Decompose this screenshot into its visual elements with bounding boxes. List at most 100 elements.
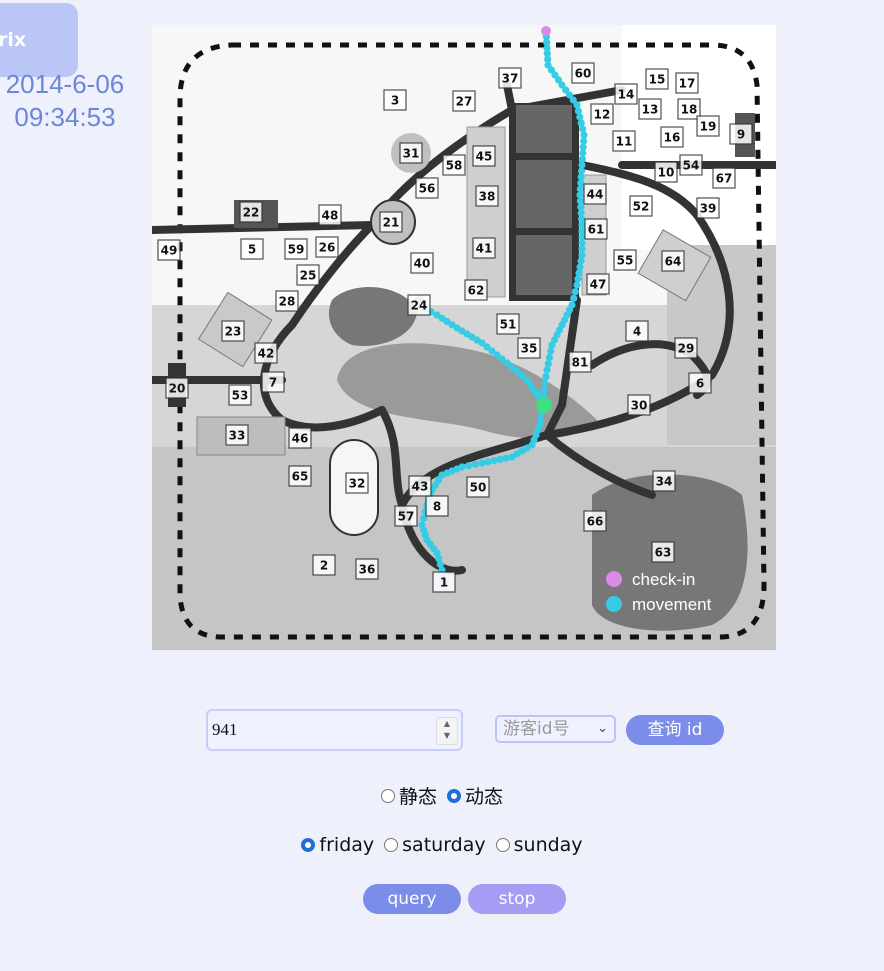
location-34[interactable]: 34 bbox=[652, 470, 676, 492]
location-12[interactable]: 12 bbox=[590, 103, 614, 125]
location-37[interactable]: 37 bbox=[498, 67, 522, 89]
location-41[interactable]: 41 bbox=[472, 237, 496, 259]
location-67[interactable]: 67 bbox=[712, 167, 736, 189]
park-map[interactable]: 1 2 3 4 5 6 7 8 9 10 11 12 13 14 15 16 17 18 19 20 21 22 23 24 2… bbox=[152, 25, 776, 650]
radio-saturday-dot[interactable] bbox=[384, 838, 399, 852]
location-36[interactable]: 36 bbox=[355, 558, 379, 580]
location-7[interactable]: 7 bbox=[261, 371, 285, 393]
location-16[interactable]: 16 bbox=[660, 126, 684, 148]
location-4[interactable]: 4 bbox=[625, 320, 649, 342]
location-20[interactable]: 20 bbox=[165, 377, 189, 399]
location-66[interactable]: 66 bbox=[583, 510, 607, 532]
checkin-point bbox=[541, 26, 551, 36]
location-11[interactable]: 11 bbox=[612, 130, 636, 152]
location-19[interactable]: 19 bbox=[696, 115, 720, 137]
location-32[interactable]: 32 bbox=[345, 472, 369, 494]
location-1-label: 1 bbox=[440, 576, 448, 590]
location-23[interactable]: 23 bbox=[221, 320, 245, 342]
location-40[interactable]: 40 bbox=[410, 252, 434, 274]
radio-friday-dot[interactable] bbox=[301, 838, 316, 852]
id-stepper[interactable]: ▲ ▼ bbox=[436, 717, 458, 745]
location-50[interactable]: 50 bbox=[466, 476, 490, 498]
location-47[interactable]: 47 bbox=[586, 273, 610, 295]
location-21[interactable]: 21 bbox=[379, 211, 403, 233]
location-44-label: 44 bbox=[587, 188, 604, 202]
location-44[interactable]: 44 bbox=[583, 183, 607, 205]
movement-point bbox=[496, 455, 504, 463]
location-62[interactable]: 62 bbox=[464, 279, 488, 301]
location-9-label: 9 bbox=[737, 128, 745, 142]
radio-sunday[interactable]: sunday bbox=[495, 834, 583, 856]
location-59[interactable]: 59 bbox=[284, 238, 308, 260]
location-60[interactable]: 60 bbox=[571, 62, 595, 84]
location-61-label: 61 bbox=[588, 223, 605, 237]
location-26[interactable]: 26 bbox=[315, 236, 339, 258]
location-54[interactable]: 54 bbox=[679, 154, 703, 176]
location-14[interactable]: 14 bbox=[614, 83, 638, 105]
location-9[interactable]: 9 bbox=[729, 123, 753, 145]
location-30[interactable]: 30 bbox=[627, 394, 651, 416]
location-25-label: 25 bbox=[300, 269, 317, 283]
location-49[interactable]: 49 bbox=[157, 239, 181, 261]
location-24[interactable]: 24 bbox=[407, 294, 431, 316]
radio-sunday-dot[interactable] bbox=[495, 838, 510, 852]
location-33[interactable]: 33 bbox=[225, 424, 249, 446]
location-56[interactable]: 56 bbox=[415, 177, 439, 199]
location-52[interactable]: 52 bbox=[629, 195, 653, 217]
location-6[interactable]: 6 bbox=[688, 372, 712, 394]
location-67-label: 67 bbox=[716, 172, 733, 186]
location-54-label: 54 bbox=[683, 159, 700, 173]
location-48[interactable]: 48 bbox=[318, 204, 342, 226]
radio-friday[interactable]: friday bbox=[301, 834, 374, 856]
location-31[interactable]: 31 bbox=[399, 142, 423, 164]
location-38[interactable]: 38 bbox=[475, 185, 499, 207]
radio-dynamic[interactable]: 动态 bbox=[447, 782, 503, 809]
location-61[interactable]: 61 bbox=[584, 218, 608, 240]
location-53[interactable]: 53 bbox=[228, 384, 252, 406]
location-27[interactable]: 27 bbox=[452, 90, 476, 112]
radio-static[interactable]: 静态 bbox=[380, 782, 437, 809]
location-3[interactable]: 3 bbox=[383, 89, 407, 111]
location-30-label: 30 bbox=[631, 399, 648, 413]
visitor-id-input[interactable] bbox=[206, 709, 463, 751]
location-22[interactable]: 22 bbox=[239, 201, 263, 223]
location-63[interactable]: 63 bbox=[651, 541, 675, 563]
location-25[interactable]: 25 bbox=[296, 264, 320, 286]
location-5[interactable]: 5 bbox=[240, 238, 264, 260]
location-58[interactable]: 58 bbox=[442, 154, 466, 176]
location-28[interactable]: 28 bbox=[275, 290, 299, 312]
location-1[interactable]: 1 bbox=[432, 571, 456, 593]
location-43[interactable]: 43 bbox=[408, 475, 432, 497]
location-45[interactable]: 45 bbox=[472, 145, 496, 167]
location-15[interactable]: 15 bbox=[645, 68, 669, 90]
radio-dynamic-dot[interactable] bbox=[447, 788, 461, 803]
location-64[interactable]: 64 bbox=[661, 250, 685, 272]
location-13[interactable]: 13 bbox=[638, 98, 662, 120]
query-button[interactable]: query bbox=[363, 884, 461, 914]
location-35[interactable]: 35 bbox=[517, 337, 541, 359]
location-42[interactable]: 42 bbox=[254, 342, 278, 364]
movement-point bbox=[573, 281, 581, 289]
location-55[interactable]: 55 bbox=[613, 249, 637, 271]
movement-point bbox=[576, 113, 584, 121]
location-17[interactable]: 17 bbox=[675, 72, 699, 94]
location-2[interactable]: 2 bbox=[312, 554, 336, 576]
location-16-label: 16 bbox=[664, 131, 681, 145]
location-51[interactable]: 51 bbox=[496, 313, 520, 335]
stop-button[interactable]: stop bbox=[468, 884, 566, 914]
location-46[interactable]: 46 bbox=[288, 427, 312, 449]
visitor-id-select[interactable]: 游客id号 ⌄ bbox=[495, 715, 616, 743]
location-57[interactable]: 57 bbox=[394, 505, 418, 527]
location-65[interactable]: 65 bbox=[288, 465, 312, 487]
location-10[interactable]: 10 bbox=[654, 161, 678, 183]
location-37-label: 37 bbox=[502, 72, 519, 86]
location-21-label: 21 bbox=[383, 216, 400, 230]
location-39[interactable]: 39 bbox=[696, 197, 720, 219]
location-81[interactable]: 81 bbox=[568, 351, 592, 373]
location-8[interactable]: 8 bbox=[425, 495, 449, 517]
location-31-label: 31 bbox=[403, 147, 420, 161]
query-id-button[interactable]: 查询 id bbox=[626, 715, 724, 745]
radio-static-dot[interactable] bbox=[380, 788, 395, 803]
radio-saturday[interactable]: saturday bbox=[384, 834, 486, 856]
location-29[interactable]: 29 bbox=[674, 337, 698, 359]
